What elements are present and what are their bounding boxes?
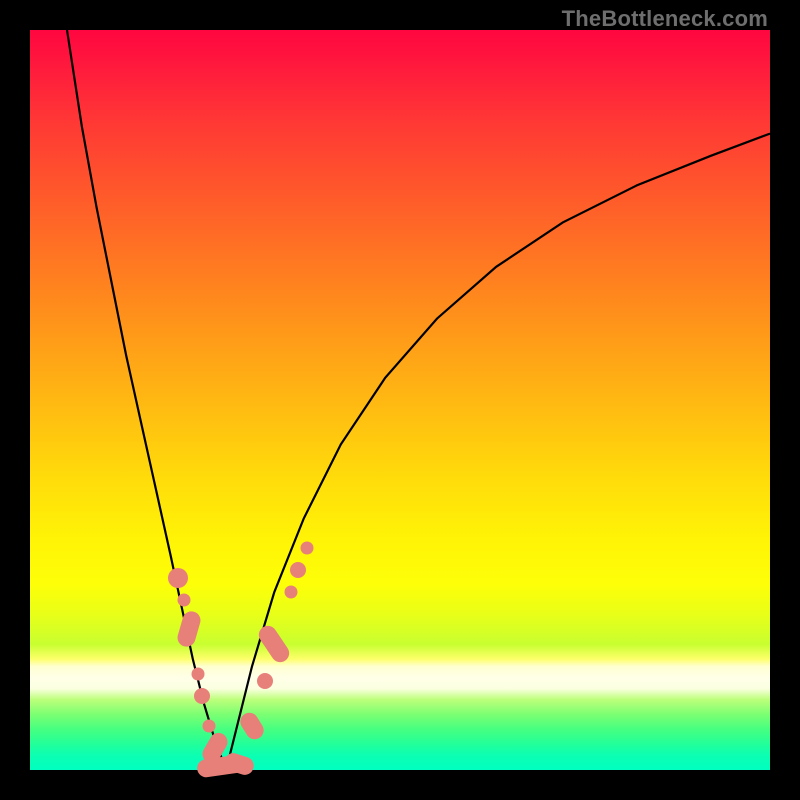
- curve-dot: [257, 673, 273, 689]
- chart-frame: TheBottleneck.com: [0, 0, 800, 800]
- curve-dot: [300, 542, 313, 555]
- curve-dot: [290, 562, 306, 578]
- curve-dot: [203, 719, 216, 732]
- watermark-text: TheBottleneck.com: [562, 6, 768, 32]
- curve-right-branch: [226, 134, 770, 770]
- curve-dot: [194, 688, 210, 704]
- curve-dot: [168, 568, 188, 588]
- curve-dot: [191, 667, 204, 680]
- curve-dot: [177, 593, 190, 606]
- curve-svg: [30, 30, 770, 770]
- curve-dot: [285, 586, 298, 599]
- curve-left-branch: [67, 30, 226, 770]
